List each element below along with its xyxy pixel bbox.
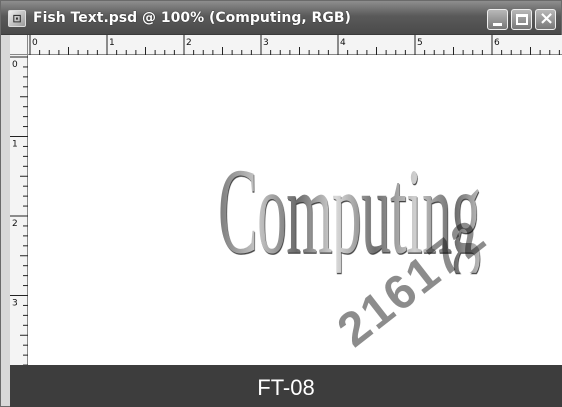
ruler-label-h: 4 <box>340 38 346 48</box>
document-canvas[interactable]: Computing <box>28 55 562 368</box>
close-button[interactable]: × <box>535 8 556 30</box>
figure-caption: FT-08 <box>257 375 315 400</box>
ruler-label-h: 6 <box>494 38 500 48</box>
ruler-label-v: 3 <box>12 299 18 309</box>
close-icon: × <box>539 8 555 29</box>
title-bar[interactable]: ⊡ Fish Text.psd @ 100% (Computing, RGB) … <box>1 1 561 35</box>
ruler-origin-corner[interactable] <box>10 35 28 55</box>
photoshop-document-icon[interactable]: ⊡ <box>8 10 26 27</box>
ruler-label-h: 0 <box>32 38 38 48</box>
maximize-icon <box>516 14 528 25</box>
minimize-button[interactable] <box>487 9 508 30</box>
ruler-label-h: 2 <box>186 38 192 48</box>
ruler-label-v: 1 <box>12 140 18 150</box>
ruler-label-v: 0 <box>12 60 18 70</box>
maximize-button[interactable] <box>511 9 532 30</box>
minimize-icon <box>493 23 502 26</box>
figure-caption-bar: FT-08 <box>10 365 562 407</box>
ruler-label-v: 2 <box>12 219 18 229</box>
ruler-label-h: 5 <box>417 38 423 48</box>
ruler-label-h: 3 <box>263 38 269 48</box>
window-title: Fish Text.psd @ 100% (Computing, RGB) <box>33 10 351 26</box>
horizontal-ruler[interactable]: 0 1 2 3 4 5 6 <box>28 35 562 55</box>
ruler-label-h: 1 <box>109 38 115 48</box>
document-window: ⊡ Fish Text.psd @ 100% (Computing, RGB) … <box>0 0 562 407</box>
vertical-ruler[interactable]: 0 1 2 3 <box>10 55 28 368</box>
